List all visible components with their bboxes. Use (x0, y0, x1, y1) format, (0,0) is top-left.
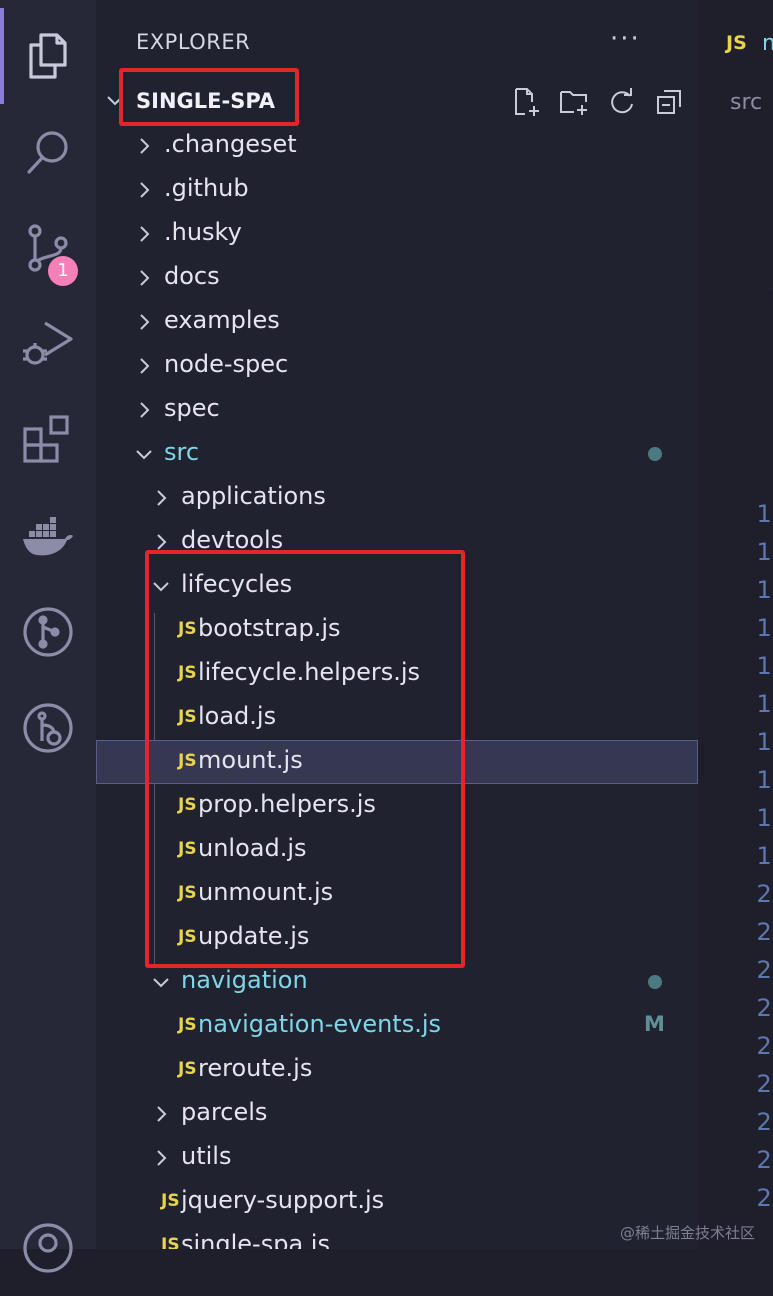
line-number: 20 (756, 880, 773, 908)
line-number: 10 (756, 500, 773, 528)
extensions-icon[interactable] (0, 392, 96, 488)
chevron-right-icon (157, 1106, 167, 1122)
refresh-icon[interactable] (606, 86, 638, 118)
tree-item-label: examples (164, 306, 280, 334)
chevron-right-icon (140, 402, 150, 418)
tree-file[interactable]: JS navigation-events.js M (96, 1004, 698, 1048)
line-number: 26 (756, 1108, 773, 1136)
tree-folder[interactable]: src (96, 432, 698, 476)
tree-folder[interactable]: node-spec (96, 344, 698, 388)
source-control-badge: 1 (48, 256, 78, 286)
editor-tab-label[interactable]: m (762, 31, 773, 56)
chevron-down-icon (153, 978, 169, 988)
line-number: 14 (756, 652, 773, 680)
git-lens-icon[interactable] (0, 680, 96, 776)
tree-item-label: navigation (181, 966, 308, 994)
tree-folder[interactable]: spec (96, 388, 698, 432)
tree-item-label: .husky (164, 218, 242, 246)
line-number: 22 (756, 956, 773, 984)
line-number: 15 (756, 690, 773, 718)
tree-folder[interactable]: .github (96, 168, 698, 212)
watermark: @稀土掘金技术社区 (620, 1224, 756, 1242)
line-number: 24 (756, 1032, 773, 1060)
line-number: 13 (756, 614, 773, 642)
js-file-icon: JS (726, 32, 747, 54)
tree-folder[interactable]: parcels (96, 1092, 698, 1136)
annotation-box-root (119, 68, 299, 126)
git-status-badge: M (644, 1012, 665, 1036)
explorer-title: EXPLORER (136, 30, 251, 54)
tree-item-label: navigation-events.js (198, 1010, 442, 1038)
line-number: 21 (756, 918, 773, 946)
modified-dot-icon (648, 975, 662, 989)
run-debug-icon[interactable] (0, 296, 96, 392)
account-icon[interactable] (0, 1200, 96, 1296)
line-number: 17 (756, 766, 773, 794)
tree-item-label: docs (164, 262, 220, 290)
editor-area: JS m src 1234567891011121314151617181920… (698, 0, 773, 1249)
chevron-right-icon (157, 534, 167, 550)
js-file-icon: JS (178, 1059, 197, 1079)
line-number: 18 (756, 804, 773, 832)
chevron-right-icon (140, 358, 150, 374)
tree-folder[interactable]: .husky (96, 212, 698, 256)
collapse-all-icon[interactable] (654, 86, 686, 118)
tree-item-label: single-spa.js (181, 1230, 330, 1249)
js-file-icon: JS (178, 1015, 197, 1035)
tree-item-label: applications (181, 482, 326, 510)
chevron-right-icon (140, 314, 150, 330)
js-file-icon: JS (161, 1235, 180, 1249)
git-graph-icon[interactable] (0, 584, 96, 680)
line-number: 23 (756, 994, 773, 1022)
chevron-right-icon (140, 138, 150, 154)
tree-item-label: node-spec (164, 350, 289, 378)
modified-dot-icon (648, 447, 662, 461)
tree-item-label: .changeset (164, 130, 297, 158)
annotation-box-lifecycles (145, 550, 465, 968)
tree-item-label: src (164, 438, 200, 466)
tree-file[interactable]: JS reroute.js (96, 1048, 698, 1092)
tree-folder[interactable]: examples (96, 300, 698, 344)
explorer-sidebar: EXPLORER ··· SINGLE-SPA .changeset .githu… (96, 0, 698, 1249)
line-number: 12 (756, 576, 773, 604)
chevron-right-icon (157, 490, 167, 506)
line-number: 11 (756, 538, 773, 566)
js-file-icon: JS (161, 1191, 180, 1211)
line-number: 25 (756, 1070, 773, 1098)
chevron-right-icon (157, 1150, 167, 1166)
tree-folder[interactable]: applications (96, 476, 698, 520)
line-number: 27 (756, 1146, 773, 1174)
tree-folder[interactable]: docs (96, 256, 698, 300)
tree-item-label: jquery-support.js (181, 1186, 385, 1214)
chevron-right-icon (140, 226, 150, 242)
docker-icon[interactable] (0, 488, 96, 584)
tree-item-label: reroute.js (198, 1054, 313, 1082)
tree-item-label: utils (181, 1142, 232, 1170)
more-actions-icon[interactable]: ··· (610, 24, 641, 54)
tree-file[interactable]: JS jquery-support.js (96, 1180, 698, 1224)
new-folder-icon[interactable] (558, 86, 590, 118)
breadcrumb[interactable]: src (730, 90, 762, 115)
search-icon[interactable] (0, 104, 96, 200)
tree-item-label: parcels (181, 1098, 268, 1126)
tree-file[interactable]: JS single-spa.js (96, 1224, 698, 1249)
files-icon[interactable] (0, 8, 96, 104)
line-number: 16 (756, 728, 773, 756)
tree-folder[interactable]: utils (96, 1136, 698, 1180)
line-number: 28 (756, 1184, 773, 1212)
line-number: 19 (756, 842, 773, 870)
activity-bar: 1 (0, 0, 96, 1273)
chevron-right-icon (140, 182, 150, 198)
chevron-down-icon (136, 450, 152, 460)
chevron-right-icon (140, 270, 150, 286)
tree-item-label: spec (164, 394, 220, 422)
source-control-icon[interactable]: 1 (0, 200, 96, 296)
tree-item-label: .github (164, 174, 249, 202)
tree-folder[interactable]: .changeset (96, 124, 698, 168)
new-file-icon[interactable] (510, 86, 542, 118)
